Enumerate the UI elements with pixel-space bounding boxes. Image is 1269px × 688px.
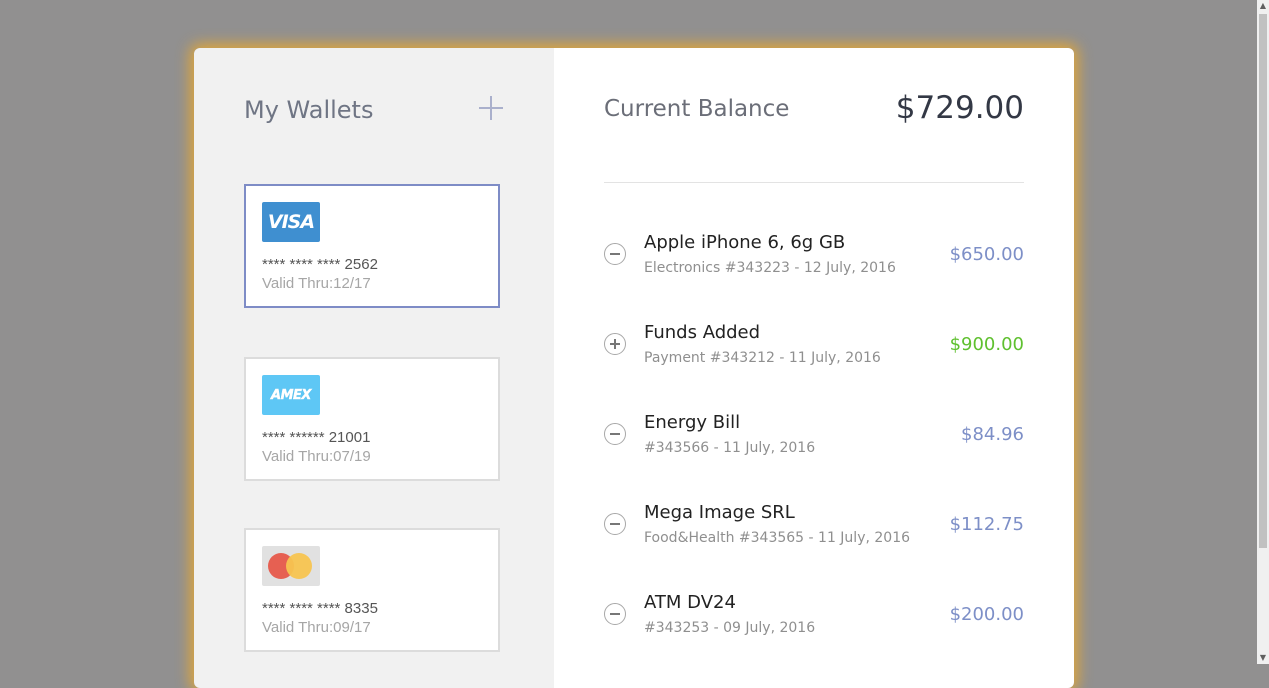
divider [604,182,1024,183]
transaction-title: Apple iPhone 6, 6g GB [644,232,846,253]
scroll-up-arrow-icon[interactable]: ▲ [1257,0,1269,12]
transaction-row[interactable]: ATM DV24 #343253 - 09 July, 2016 $200.00 [604,592,1024,662]
minus-circle-icon[interactable] [604,513,626,535]
transaction-subtitle: Payment #343212 - 11 July, 2016 [644,350,881,366]
wallets-title: My Wallets [244,96,374,124]
current-balance-value: $729.00 [895,90,1024,126]
transaction-subtitle: Food&Health #343565 - 11 July, 2016 [644,530,911,546]
transaction-amount: $84.96 [961,424,1024,445]
card-valid-thru: Valid Thru:09/17 [262,619,371,636]
transaction-amount: $650.00 [949,244,1024,265]
card-number: **** ****** 21001 [262,429,371,446]
transaction-row[interactable]: Apple iPhone 6, 6g GB Electronics #34322… [604,232,1024,302]
wallet-card-visa[interactable]: VISA **** **** **** 2562 Valid Thru:12/1… [244,184,500,308]
page-scrollbar[interactable]: ▲ ▼ [1257,0,1269,664]
transaction-subtitle: #343253 - 09 July, 2016 [644,620,816,636]
mastercard-logo-icon [262,546,320,586]
card-number: **** **** **** 8335 [262,600,378,617]
scroll-down-arrow-icon[interactable]: ▼ [1257,652,1269,664]
scrollbar-thumb[interactable] [1259,14,1267,548]
minus-circle-icon[interactable] [604,603,626,625]
transaction-amount: $112.75 [949,514,1024,535]
visa-logo-text: VISA [267,211,315,233]
transaction-row[interactable]: Mega Image SRL Food&Health #343565 - 11 … [604,502,1024,572]
card-valid-thru: Valid Thru:12/17 [262,275,371,292]
visa-logo-icon: VISA [262,202,320,242]
card-number: **** **** **** 2562 [262,256,378,273]
transaction-subtitle: Electronics #343223 - 12 July, 2016 [644,260,896,276]
transaction-title: Energy Bill [644,412,741,433]
transaction-amount: $900.00 [949,334,1024,355]
minus-circle-icon[interactable] [604,243,626,265]
add-wallet-plus-icon[interactable] [478,95,504,121]
current-balance-label: Current Balance [604,96,790,122]
transaction-title: ATM DV24 [644,592,736,613]
wallets-panel: My Wallets VISA **** **** **** 2562 Vali… [194,48,554,688]
transaction-row[interactable]: Funds Added Payment #343212 - 11 July, 2… [604,322,1024,392]
amex-logo-icon: AMEX [262,375,320,415]
transaction-subtitle: #343566 - 11 July, 2016 [644,440,816,456]
balance-panel: Current Balance $729.00 Apple iPhone 6, … [554,48,1074,688]
plus-circle-icon[interactable] [604,333,626,355]
transaction-title: Funds Added [644,322,761,343]
transaction-amount: $200.00 [949,604,1024,625]
amex-logo-text: AMEX [271,387,312,403]
mastercard-yellow-circle [286,553,312,579]
card-valid-thru: Valid Thru:07/19 [262,448,371,465]
wallet-card-amex[interactable]: AMEX **** ****** 21001 Valid Thru:07/19 [244,357,500,481]
wallet-app: My Wallets VISA **** **** **** 2562 Vali… [194,48,1074,688]
minus-circle-icon[interactable] [604,423,626,445]
transaction-title: Mega Image SRL [644,502,795,523]
transaction-row[interactable]: Energy Bill #343566 - 11 July, 2016 $84.… [604,412,1024,482]
wallet-card-mastercard[interactable]: **** **** **** 8335 Valid Thru:09/17 [244,528,500,652]
